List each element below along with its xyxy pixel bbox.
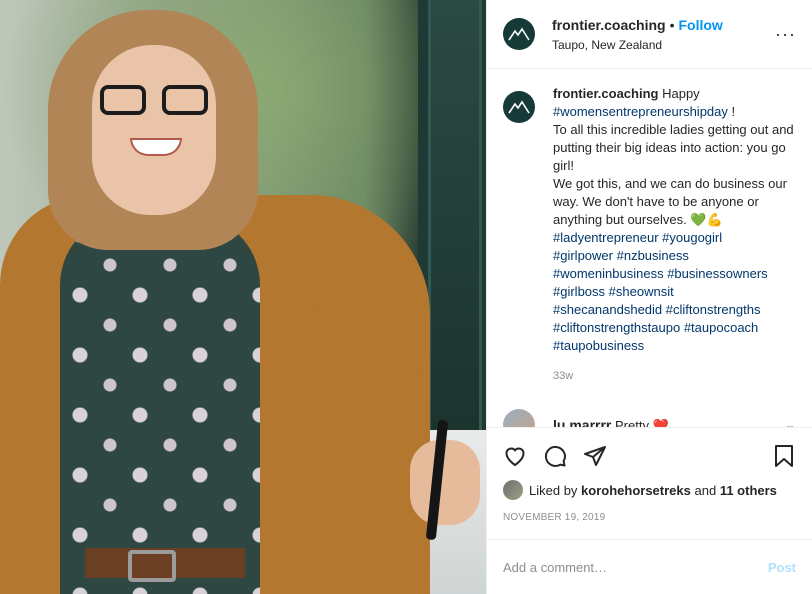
hand (410, 440, 480, 525)
more-options-icon[interactable]: ··· (775, 24, 796, 45)
instagram-post: frontier.coaching • Follow Taupo, New Zeal… (0, 0, 812, 594)
caption-username[interactable]: frontier.coaching (553, 86, 658, 101)
caption-line: We got this, and we can do business our … (553, 176, 787, 227)
post-actions: Liked by korohehorsetreks and 11 others … (487, 427, 812, 523)
follow-button[interactable]: Follow (678, 17, 722, 33)
comment-row: lu.marrrr Pretty ❤️ (503, 409, 796, 427)
comments-area: frontier.coaching Happy #womensentrepren… (487, 69, 812, 427)
like-heart-icon[interactable] (503, 444, 527, 468)
likes-prefix: Liked by (529, 482, 578, 498)
commenter-avatar[interactable] (503, 409, 535, 427)
hashtag-link[interactable]: #girlboss (553, 284, 605, 299)
mountain-logo-icon (508, 27, 530, 41)
caption-line: To all this incredible ladies getting ou… (553, 122, 794, 173)
hashtag-link[interactable]: #girlpower (553, 248, 613, 263)
comment-input[interactable]: Add a comment… (503, 560, 768, 575)
hashtag-link[interactable]: #yougogirl (662, 230, 722, 245)
comment-body: lu.marrrr Pretty ❤️ (553, 417, 669, 428)
location-link[interactable]: Taupo, New Zealand (552, 38, 723, 52)
likes-summary: Liked by korohehorsetreks and 11 others (503, 480, 796, 500)
post-date[interactable]: NOVEMBER 19, 2019 (503, 512, 796, 523)
liker-avatar[interactable] (503, 480, 523, 500)
commenter-username[interactable]: lu.marrrr (553, 417, 611, 428)
caption-body: frontier.coaching Happy #womensentrepren… (553, 85, 796, 385)
post-comment-button[interactable]: Post (768, 560, 796, 575)
post-header: frontier.coaching • Follow Taupo, New Zeal… (487, 0, 812, 69)
hashtag-link[interactable]: #cliftonstrengths (666, 302, 761, 317)
caption-avatar[interactable] (503, 91, 535, 123)
hashtag-link[interactable]: #businessowners (667, 266, 767, 281)
liker-username[interactable]: korohehorsetreks (581, 483, 691, 498)
caption: frontier.coaching Happy #womensentrepren… (503, 85, 796, 385)
profile-avatar[interactable] (503, 18, 535, 50)
add-comment-bar: Add a comment… Post (487, 539, 812, 594)
belt-buckle (128, 550, 176, 582)
floral-blouse (60, 215, 260, 594)
hashtag-link[interactable]: #womeninbusiness (553, 266, 664, 281)
glasses (100, 85, 212, 119)
header-username[interactable]: frontier.coaching (552, 17, 666, 33)
likes-and: and (694, 482, 717, 498)
caption-text: ! (731, 104, 736, 119)
post-photo[interactable] (0, 0, 486, 594)
separator-dot: • (669, 16, 675, 33)
like-comment-heart-icon[interactable] (784, 423, 796, 427)
comment-emoji: ❤️ (652, 417, 669, 428)
hashtag-link[interactable]: #cliftonstrengthstaupo (553, 320, 680, 335)
post-sidebar: frontier.coaching • Follow Taupo, New Zeal… (486, 0, 812, 594)
share-paper-plane-icon[interactable] (583, 444, 607, 468)
likes-count[interactable]: 11 others (720, 483, 777, 498)
hashtag-link[interactable]: #sheownsit (609, 284, 674, 299)
comment-bubble-icon[interactable] (543, 444, 567, 468)
hashtag-link[interactable]: #taupobusiness (553, 338, 644, 353)
face (92, 45, 216, 215)
mountain-logo-icon (508, 100, 530, 114)
hashtag-link[interactable]: #taupocoach (684, 320, 758, 335)
hashtag-link[interactable]: #ladyentrepreneur (553, 230, 659, 245)
comment-text: Pretty (614, 417, 649, 428)
hashtag-link[interactable]: #womensentrepreneurshipday (553, 104, 728, 119)
header-user-info: frontier.coaching • Follow Taupo, New Zeal… (552, 17, 723, 52)
emoji-heart-muscle: 💚💪 (690, 212, 723, 227)
hashtag-link[interactable]: #shecanandshedid (553, 302, 662, 317)
hashtag-link[interactable]: #nzbusiness (617, 248, 689, 263)
action-icons (503, 436, 796, 476)
save-bookmark-icon[interactable] (772, 444, 796, 468)
caption-timestamp[interactable]: 33w (553, 367, 796, 385)
caption-text: Happy (662, 86, 700, 101)
